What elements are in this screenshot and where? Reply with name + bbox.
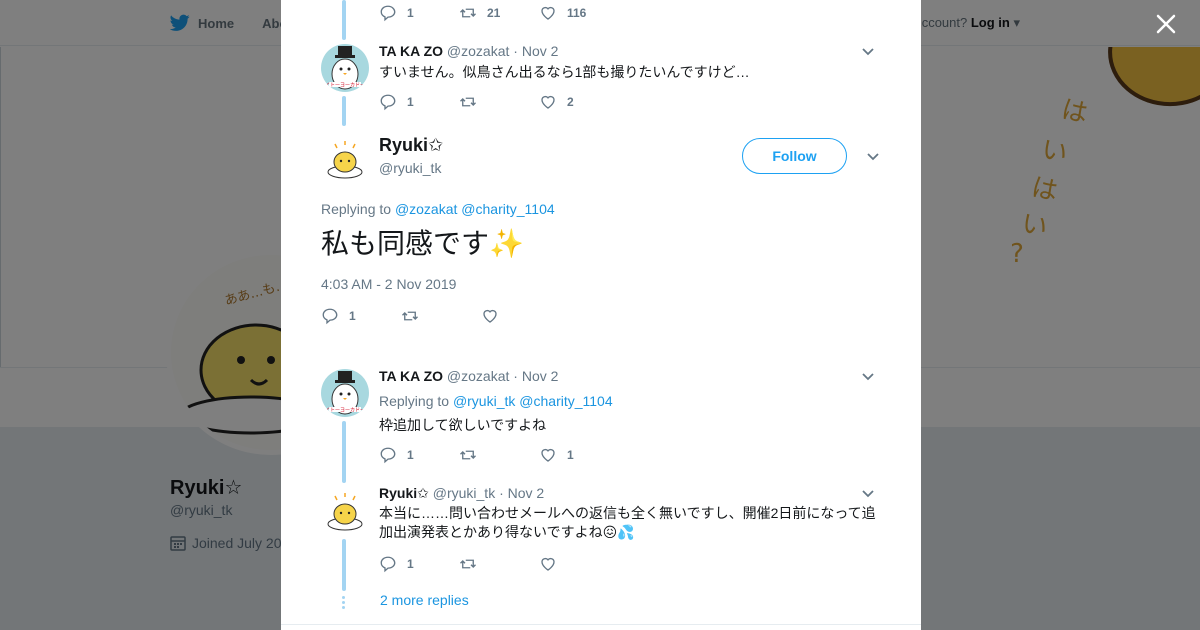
like-button[interactable]	[481, 307, 561, 325]
thread-line	[342, 0, 346, 40]
reply-count: 1	[407, 448, 414, 462]
reply-count: 1	[407, 557, 414, 571]
replying-prefix: Replying to	[379, 393, 450, 409]
tweet-author-handle[interactable]: @ryuki_tk	[433, 485, 495, 501]
reply-button[interactable]: 1	[321, 307, 401, 325]
thread-tweet[interactable]: Ryuki✩ @ryuki_tk · Nov 2 本当に……問い合わせメールへの…	[321, 485, 881, 586]
retweet-button[interactable]	[459, 555, 539, 573]
follow-button[interactable]: Follow	[742, 138, 847, 174]
chevron-down-icon[interactable]	[861, 47, 875, 57]
like-icon	[483, 309, 497, 323]
mention-link[interactable]: @zozakat	[395, 201, 457, 217]
like-count: 116	[567, 6, 587, 20]
avatar[interactable]	[321, 486, 369, 534]
svg-text:イトーヨーカドー: イトーヨーカドー	[325, 408, 365, 414]
tweet-modal: 1 21 116 イトーヨーカドー TA KA ZO @zozakat · No…	[281, 0, 921, 630]
replying-to: Replying to @ryuki_tk @charity_1104	[379, 392, 879, 411]
chevron-down-icon[interactable]	[861, 489, 875, 499]
thread-tweet[interactable]: イトーヨーカドー TA KA ZO @zozakat · Nov 2 Reply…	[321, 368, 881, 469]
mention-link[interactable]: @ryuki_tk	[453, 393, 515, 409]
main-tweet-author-handle[interactable]: @ryuki_tk	[379, 160, 441, 176]
egg-avatar-icon	[327, 493, 363, 531]
like-button[interactable]: 2	[539, 93, 619, 111]
tweet-author-name[interactable]: Ryuki✩	[379, 485, 429, 501]
avatar[interactable]	[321, 134, 369, 182]
retweet-icon	[460, 559, 476, 569]
prev-tweet-actions: 1 21 116	[379, 4, 619, 22]
tweet-header: TA KA ZO @zozakat · Nov 2	[379, 43, 558, 59]
sweat-droplets-emoji: 💦	[617, 524, 635, 540]
tweet-author-name[interactable]: TA KA ZO	[379, 43, 443, 59]
more-replies-link[interactable]: 2 more replies	[380, 592, 469, 608]
reply-button[interactable]: 1	[379, 93, 459, 111]
retweet-button[interactable]	[401, 307, 481, 325]
like-count: 2	[567, 95, 574, 109]
main-tweet-timestamp[interactable]: 4:03 AM - 2 Nov 2019	[321, 276, 456, 292]
chevron-down-icon[interactable]	[866, 152, 880, 162]
tweet-actions: 1 2	[379, 93, 619, 111]
main-tweet-author-name[interactable]: Ryuki✩	[379, 135, 443, 156]
main-tweet-text: 私も同感です✨	[321, 225, 524, 263]
confounded-face-emoji: 😖	[602, 524, 618, 540]
tweet-author-name[interactable]: TA KA ZO	[379, 368, 443, 384]
like-button[interactable]	[539, 555, 619, 573]
avatar[interactable]: イトーヨーカドー	[321, 44, 369, 92]
tweet-text: 本当に……問い合わせメールへの返信も全く無いですし、開催2日前になって追加出演発…	[379, 504, 879, 542]
retweet-button[interactable]	[459, 93, 539, 111]
like-count: 1	[567, 448, 574, 462]
tweet-author-handle[interactable]: @zozakat	[447, 368, 509, 384]
like-icon	[541, 448, 555, 462]
reply-icon	[380, 94, 396, 111]
mention-link[interactable]: @charity_1104	[519, 393, 612, 409]
tweet-text: 枠追加して欲しいですよね	[379, 417, 547, 433]
main-tweet-actions: 1	[321, 307, 561, 325]
chevron-down-icon[interactable]	[861, 372, 875, 382]
avatar[interactable]: イトーヨーカドー	[321, 369, 369, 417]
reply-count: 1	[407, 95, 414, 109]
retweet-icon	[460, 97, 476, 107]
replying-to: Replying to @zozakat @charity_1104	[321, 201, 555, 217]
svg-text:イトーヨーカドー: イトーヨーカドー	[325, 83, 365, 89]
reply-icon	[322, 308, 338, 325]
like-button[interactable]: 116	[539, 4, 619, 22]
reply-button[interactable]: 1	[379, 4, 459, 22]
reply-count: 1	[407, 6, 414, 20]
reply-icon	[380, 556, 396, 573]
reply-button[interactable]: 1	[379, 555, 459, 573]
tweet-actions: 1 1	[379, 446, 619, 464]
penguin-avatar-icon: イトーヨーカドー	[325, 46, 365, 90]
mention-link[interactable]: @charity_1104	[461, 201, 554, 217]
like-icon	[541, 557, 555, 571]
divider	[281, 624, 921, 625]
main-tweet-text-body: 私も同感です	[321, 228, 490, 259]
retweet-button[interactable]: 21	[459, 4, 539, 22]
reply-icon	[380, 447, 396, 464]
more-replies-dots	[342, 596, 346, 611]
like-icon	[541, 6, 555, 20]
reply-count: 1	[349, 309, 356, 323]
retweet-icon	[402, 311, 418, 321]
thread-tweet[interactable]: イトーヨーカドー TA KA ZO @zozakat · Nov 2 すいません…	[321, 43, 881, 116]
tweet-date[interactable]: · Nov 2	[513, 368, 558, 384]
like-icon	[541, 95, 555, 109]
tweet-text: すいません。似鳥さん出るなら1部も撮りたいんですけど…	[379, 64, 750, 80]
tweet-date[interactable]: · Nov 2	[513, 43, 558, 59]
tweet-actions: 1	[379, 555, 619, 573]
egg-avatar-icon	[327, 141, 363, 179]
retweet-icon	[460, 450, 476, 460]
tweet-date[interactable]: · Nov 2	[499, 485, 544, 501]
retweet-button[interactable]	[459, 446, 539, 464]
replying-prefix: Replying to	[321, 201, 392, 217]
tweet-header: TA KA ZO @zozakat · Nov 2	[379, 368, 558, 384]
penguin-avatar-icon: イトーヨーカドー	[325, 371, 365, 415]
reply-icon	[380, 5, 396, 22]
retweet-count: 21	[487, 6, 501, 20]
close-icon[interactable]	[1154, 12, 1178, 36]
sparkles-emoji: ✨	[489, 228, 524, 259]
tweet-header: Ryuki✩ @ryuki_tk · Nov 2	[379, 485, 544, 502]
like-button[interactable]: 1	[539, 446, 619, 464]
tweet-author-handle[interactable]: @zozakat	[447, 43, 509, 59]
reply-button[interactable]: 1	[379, 446, 459, 464]
retweet-icon	[460, 8, 476, 18]
